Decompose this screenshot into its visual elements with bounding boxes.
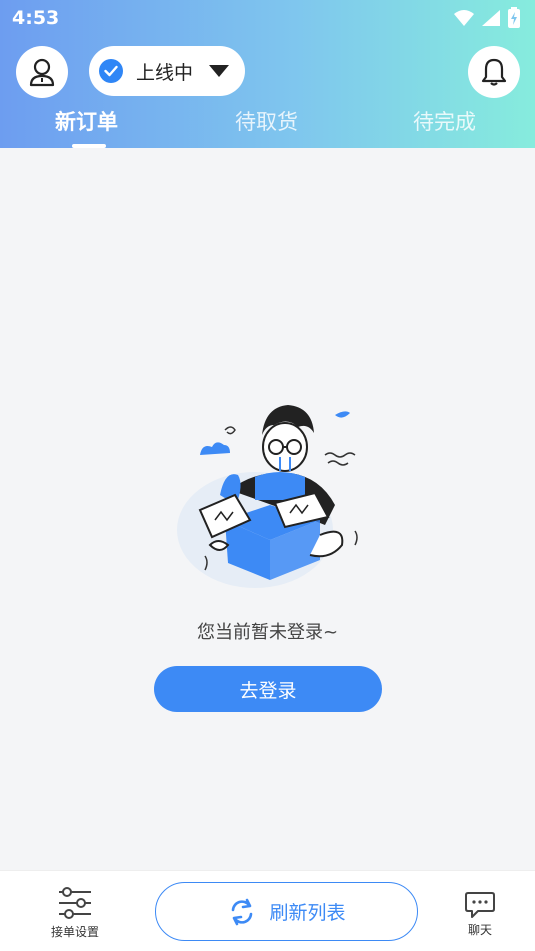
profile-button[interactable]	[16, 46, 68, 98]
tab-pending-completion[interactable]: 待完成	[413, 107, 476, 137]
not-logged-in-message: 您当前暂未登录~	[196, 622, 339, 643]
bell-icon	[481, 58, 507, 86]
empty-state-illustration	[177, 405, 358, 588]
refresh-icon	[232, 898, 253, 925]
notifications-button[interactable]	[468, 46, 520, 98]
order-settings-button[interactable]: 接单设置	[40, 885, 110, 945]
chat-label: 聊天	[467, 923, 492, 937]
status-icons	[453, 7, 521, 29]
chat-icon	[465, 892, 495, 918]
battery-icon	[508, 7, 520, 28]
refresh-list-button[interactable]: 刷新列表	[155, 882, 418, 941]
online-status-selector[interactable]: 上线中	[89, 46, 245, 96]
tab-pending-pickup[interactable]: 待取货	[235, 107, 298, 137]
order-settings-label: 接单设置	[50, 925, 99, 939]
refresh-list-label: 刷新列表	[269, 902, 346, 924]
status-time: 4:53	[12, 7, 60, 29]
status-bar: 4:53	[0, 0, 535, 36]
caret-down-icon	[209, 65, 230, 77]
bottom-bar: 接单设置 刷新列表 聊天	[0, 870, 535, 951]
online-status-label: 上线中	[136, 61, 194, 84]
header: 4:53 上线中 新订单 待取货 待完成	[0, 0, 535, 148]
signal-icon	[482, 10, 500, 26]
user-icon	[29, 58, 55, 87]
active-tab-indicator	[72, 144, 106, 148]
wifi-icon	[454, 10, 474, 26]
chat-button[interactable]: 聊天	[452, 891, 508, 947]
sliders-icon	[59, 887, 91, 919]
tab-new-orders[interactable]: 新订单	[55, 107, 118, 137]
check-icon	[99, 59, 123, 83]
login-button[interactable]: 去登录	[154, 666, 382, 712]
